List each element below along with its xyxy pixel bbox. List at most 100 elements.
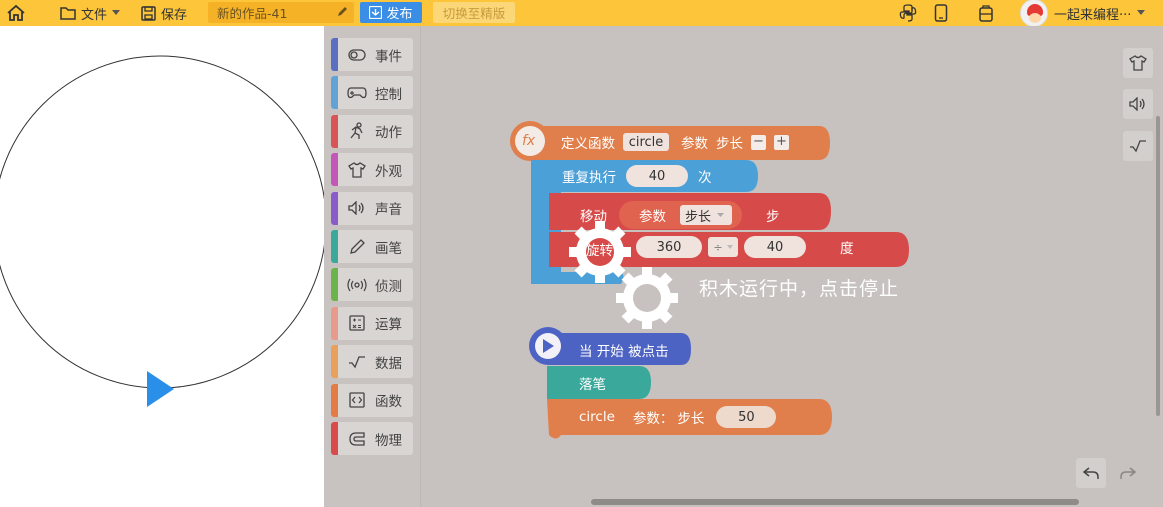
category-label: 声音 (375, 202, 402, 219)
category-label: 外观 (375, 163, 402, 180)
device-button[interactable] (931, 3, 951, 23)
project-title: 新的作品-41 (217, 6, 288, 21)
speaker-icon (1129, 97, 1145, 111)
category-label: 数据 (375, 355, 402, 372)
function-name-field[interactable]: circle (623, 133, 669, 151)
avatar (1020, 0, 1048, 27)
operator-dropdown[interactable]: ÷ (708, 237, 738, 257)
code-workspace[interactable]: fx 定义函数 circle 参数 步长 − + 重复执行 40 次 移动 参数… (421, 26, 1163, 507)
save-button[interactable]: 保存 (141, 0, 187, 26)
caret-down-icon (112, 10, 121, 15)
category-8[interactable]: 数据 (331, 345, 413, 379)
call-function-name: circle (579, 409, 615, 425)
caret-down-icon (1137, 10, 1146, 15)
category-label: 侦测 (375, 278, 402, 295)
category-color-bar (331, 38, 338, 71)
category-label: 控制 (375, 86, 402, 103)
magnet-icon (347, 430, 367, 448)
sprite-arrow[interactable] (147, 371, 174, 407)
call-param-input[interactable]: 50 (716, 406, 777, 428)
publish-button[interactable]: 发布 (360, 2, 422, 23)
category-7[interactable]: 运算 (331, 306, 413, 340)
category-label: 函数 (375, 394, 402, 411)
category-1[interactable]: 控制 (331, 76, 413, 110)
param-label: 参数 (681, 136, 708, 152)
repeat-suffix: 次 (698, 170, 712, 186)
category-3[interactable]: 外观 (331, 153, 413, 187)
python-icon (899, 4, 917, 22)
pen-down-label: 落笔 (579, 377, 606, 393)
category-color-bar (331, 153, 338, 187)
top-toolbar: 文件 保存 新的作品-41 发布 切换至精版 一起来编程··· (0, 0, 1163, 27)
category-6[interactable]: 侦测 (331, 268, 413, 302)
when-start-block[interactable]: 当 开始 被点击 (579, 340, 669, 360)
category-2[interactable]: 动作 (331, 114, 413, 148)
pen-down-block[interactable]: 落笔 (579, 373, 606, 393)
variable-button[interactable] (1123, 131, 1153, 161)
call-param-label: 参数： (632, 411, 674, 427)
remove-param-button[interactable]: − (751, 134, 766, 150)
caret-down-icon (726, 245, 733, 249)
stage-canvas[interactable] (0, 26, 324, 507)
move-param-label: 参数 (639, 209, 666, 225)
turn-suffix: 度 (840, 241, 854, 257)
project-title-field[interactable]: 新的作品-41 (208, 2, 354, 23)
horizontal-scrollbar[interactable] (591, 499, 1079, 505)
repeat-count-input[interactable]: 40 (626, 165, 688, 187)
python-button[interactable] (898, 3, 918, 23)
file-menu[interactable]: 文件 (60, 0, 121, 26)
turn-label: 旋转 (586, 243, 613, 259)
signal-icon (347, 276, 367, 294)
move-suffix: 步 (766, 209, 780, 225)
folder-icon (60, 7, 76, 20)
add-param-button[interactable]: + (774, 134, 789, 150)
costume-button[interactable] (1123, 48, 1153, 78)
operator-value: ÷ (713, 240, 723, 254)
category-9[interactable]: 函数 (331, 383, 413, 417)
category-label: 物理 (375, 432, 402, 449)
running-message[interactable]: 积木运行中，点击停止 (699, 274, 899, 301)
when-start-label: 当 开始 被点击 (579, 344, 669, 360)
param-name: 步长 (716, 136, 743, 152)
turn-expression[interactable]: 360 ÷ 40 度 (636, 236, 854, 258)
turn-value-b-input[interactable]: 40 (744, 236, 806, 258)
data-icon (1130, 140, 1146, 153)
undo-button[interactable] (1076, 458, 1106, 488)
redo-icon (1120, 467, 1137, 479)
category-0[interactable]: 事件 (331, 38, 413, 71)
home-button[interactable] (6, 0, 26, 26)
blocks-shapes (510, 121, 909, 439)
move-param-dropdown[interactable]: 步长 (680, 205, 732, 225)
call-function-block[interactable]: circle 参数： 步长 50 (579, 406, 777, 428)
move-param-reporter[interactable]: 参数 步长 (619, 201, 742, 229)
move-param-value: 步长 (685, 209, 712, 225)
code-icon (347, 391, 367, 409)
category-10[interactable]: 物理 (331, 422, 413, 455)
move-block[interactable]: 移动 参数 步长 步 (580, 201, 780, 229)
redo-button[interactable] (1113, 458, 1143, 488)
category-color-bar (331, 345, 338, 379)
move-label: 移动 (580, 209, 607, 225)
toggle-icon (347, 46, 367, 64)
backpack-button[interactable] (976, 3, 996, 23)
drawn-circle (0, 55, 324, 389)
vertical-scrollbar[interactable] (1156, 116, 1160, 416)
user-menu[interactable]: 一起来编程··· (1020, 0, 1146, 27)
call-param-name: 步长 (677, 411, 705, 427)
turn-value-a-input[interactable]: 360 (636, 236, 702, 258)
category-4[interactable]: 声音 (331, 191, 413, 225)
repeat-label: 重复执行 (562, 170, 616, 186)
gear-icon (616, 267, 678, 329)
category-label: 运算 (375, 317, 402, 334)
category-5[interactable]: 画笔 (331, 230, 413, 263)
publish-label: 发布 (386, 7, 413, 22)
fx-label: fx (522, 133, 536, 149)
category-label: 动作 (375, 125, 402, 142)
define-function-block[interactable]: 定义函数 circle 参数 步长 − + (561, 132, 789, 152)
publish-icon (369, 6, 383, 19)
sound-button[interactable] (1123, 89, 1153, 119)
switch-mode-button[interactable]: 切换至精版 (433, 2, 515, 23)
turn-label-block[interactable]: 旋转 (586, 239, 613, 259)
home-icon (7, 4, 25, 21)
repeat-block[interactable]: 重复执行 40 次 (562, 165, 712, 187)
